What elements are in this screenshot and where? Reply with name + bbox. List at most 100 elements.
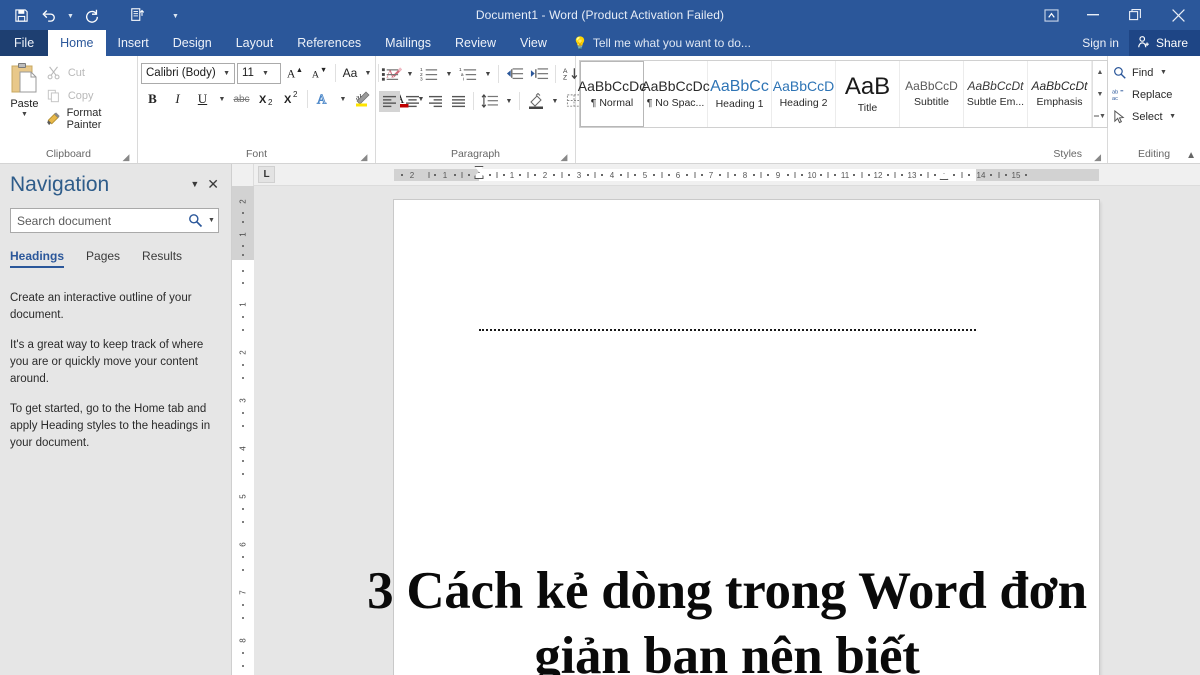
style-heading-1[interactable]: AaBbCc Heading 1 <box>708 61 772 127</box>
styles-gallery: AaBbCcDc ¶ Normal AaBbCcDc ¶ No Spac... … <box>578 60 1108 128</box>
collapse-ribbon-icon[interactable]: ▲ <box>1186 150 1196 161</box>
text-effects-caret-icon[interactable]: ▼ <box>337 88 349 110</box>
bullets-button[interactable] <box>379 63 402 85</box>
styles-scroll-up-icon[interactable]: ▲ <box>1093 61 1107 83</box>
change-case-button[interactable]: Aa <box>340 62 360 84</box>
customize-qat-icon[interactable]: ▼ <box>169 3 182 27</box>
change-case-caret-icon[interactable]: ▼ <box>362 62 374 84</box>
align-right-button[interactable] <box>425 91 446 112</box>
search-options-caret-icon[interactable]: ▼ <box>205 217 218 224</box>
line-spacing-button[interactable] <box>478 90 501 112</box>
vruler-label: 4 <box>238 446 248 451</box>
search-input[interactable] <box>11 213 185 228</box>
grow-font-button[interactable]: A ▲ <box>283 62 306 84</box>
style-label: Subtitle <box>913 95 950 108</box>
align-left-button[interactable] <box>379 90 400 112</box>
nav-tab-results[interactable]: Results <box>142 249 182 268</box>
ribbon-display-options-icon[interactable] <box>1030 0 1072 30</box>
replace-button[interactable]: ab ac Replace <box>1111 84 1179 105</box>
styles-more-icon[interactable]: ═▼ <box>1093 105 1107 127</box>
bullets-caret-icon[interactable]: ▼ <box>404 63 416 85</box>
superscript-button[interactable]: X2 <box>280 88 303 110</box>
bold-button[interactable]: B <box>141 88 164 110</box>
restore-button[interactable] <box>1114 0 1156 30</box>
tell-me-search[interactable]: 💡 Tell me what you want to do... <box>559 30 761 56</box>
find-caret-icon[interactable]: ▼ <box>1157 62 1169 84</box>
format-painter-button[interactable]: Format Painter <box>46 107 134 131</box>
align-center-button[interactable] <box>402 91 423 112</box>
style-emphasis[interactable]: AaBbCcDt Emphasis <box>1028 61 1092 127</box>
decrease-indent-button[interactable] <box>503 63 526 85</box>
undo-dropdown-caret[interactable]: ▼ <box>64 3 77 27</box>
paste-dropdown-caret[interactable]: ▼ <box>21 111 28 119</box>
redo-icon[interactable] <box>79 3 105 27</box>
tab-design[interactable]: Design <box>161 30 224 56</box>
subscript-button[interactable]: X2 <box>255 88 278 110</box>
sign-in-button[interactable]: Sign in <box>1072 36 1129 50</box>
select-button[interactable]: Select ▼ <box>1111 106 1179 127</box>
undo-icon[interactable] <box>36 3 62 27</box>
save-icon[interactable] <box>8 3 34 27</box>
text-effects-button[interactable]: A <box>312 88 335 110</box>
search-document-field[interactable]: ▼ <box>10 208 219 233</box>
tab-home[interactable]: Home <box>48 30 106 56</box>
paste-button[interactable]: Paste ▼ <box>3 59 46 119</box>
shading-button[interactable] <box>524 90 547 112</box>
touch-mode-icon[interactable] <box>125 3 151 27</box>
clipboard-dialog-launcher[interactable]: ◢ <box>121 152 131 162</box>
shading-caret-icon[interactable]: ▼ <box>549 90 561 112</box>
find-button[interactable]: Find ▼ <box>1111 62 1179 83</box>
styles-dialog-launcher[interactable]: ◢ <box>1091 152 1101 162</box>
style-subtitle[interactable]: AaBbCcD Subtitle <box>900 61 964 127</box>
nav-tab-headings[interactable]: Headings <box>10 249 65 268</box>
horizontal-ruler[interactable]: L 2 1 1 2 3 4 5 6 7 8 9 10 11 12 13 14 1… <box>254 164 1200 186</box>
underline-button[interactable]: U <box>191 88 214 110</box>
search-icon[interactable] <box>185 213 205 228</box>
font-name-caret-icon[interactable]: ▼ <box>219 64 234 83</box>
style-subtle-emphasis[interactable]: AaBbCcDt Subtle Em... <box>964 61 1028 127</box>
font-dialog-launcher[interactable]: ◢ <box>359 152 369 162</box>
style-heading-2[interactable]: AaBbCcD Heading 2 <box>772 61 836 127</box>
tab-stop-selector[interactable]: L <box>258 166 275 183</box>
justify-button[interactable] <box>448 91 469 112</box>
style-no-spacing[interactable]: AaBbCcDc ¶ No Spac... <box>641 61 710 127</box>
font-name-combo[interactable]: Calibri (Body) ▼ <box>141 62 235 84</box>
multilevel-list-button[interactable]: 1ai <box>457 63 480 85</box>
minimize-button[interactable] <box>1072 0 1114 30</box>
tab-references[interactable]: References <box>285 30 373 56</box>
text-highlight-color-button[interactable]: ab <box>351 88 374 110</box>
paragraph-dialog-launcher[interactable]: ◢ <box>559 152 569 162</box>
close-button[interactable] <box>1156 0 1200 30</box>
numbering-button[interactable]: 123 <box>418 63 441 85</box>
tab-file[interactable]: File <box>0 30 49 56</box>
tab-review[interactable]: Review <box>443 30 508 56</box>
navigation-close-icon[interactable]: ✕ <box>207 177 219 191</box>
vertical-ruler[interactable]: 2 1 1 2 3 4 5 6 7 8 <box>232 164 254 675</box>
hruler-label: 7 <box>708 171 714 180</box>
increase-indent-button[interactable] <box>528 63 551 85</box>
cut-button[interactable]: Cut <box>46 64 134 82</box>
nav-tab-pages[interactable]: Pages <box>86 249 120 268</box>
copy-button[interactable]: Copy <box>46 87 134 105</box>
shrink-font-button[interactable]: A ▼ <box>308 62 331 84</box>
style-title[interactable]: AaB Title <box>836 61 900 127</box>
tab-insert[interactable]: Insert <box>106 30 161 56</box>
font-size-combo[interactable]: 11 ▼ <box>237 62 281 84</box>
italic-button[interactable]: I <box>166 88 189 110</box>
navigation-options-caret-icon[interactable]: ▼ <box>190 179 199 189</box>
select-caret-icon[interactable]: ▼ <box>1167 106 1179 128</box>
tab-view[interactable]: View <box>508 30 559 56</box>
multilevel-caret-icon[interactable]: ▼ <box>482 63 494 85</box>
share-button[interactable]: Share <box>1128 30 1200 56</box>
replace-label: Replace <box>1132 88 1173 101</box>
styles-scroll-down-icon[interactable]: ▼ <box>1093 83 1107 105</box>
font-size-caret-icon[interactable]: ▼ <box>258 64 273 83</box>
strikethrough-button[interactable]: abc <box>230 88 253 110</box>
underline-caret-icon[interactable]: ▼ <box>216 88 228 110</box>
numbering-caret-icon[interactable]: ▼ <box>443 63 455 85</box>
tab-layout[interactable]: Layout <box>224 30 286 56</box>
tab-mailings[interactable]: Mailings <box>373 30 443 56</box>
style-normal[interactable]: AaBbCcDc ¶ Normal <box>578 61 646 127</box>
line-spacing-caret-icon[interactable]: ▼ <box>503 90 515 112</box>
share-label: Share <box>1155 36 1188 50</box>
